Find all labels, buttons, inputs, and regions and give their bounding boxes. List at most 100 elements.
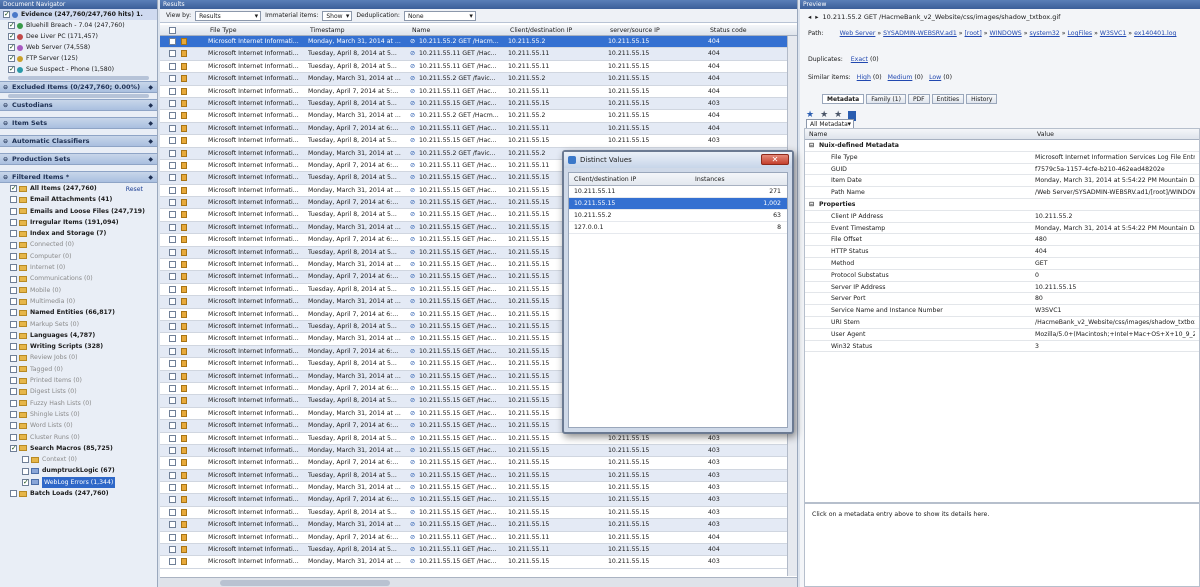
row-checkbox[interactable] xyxy=(169,38,176,45)
filtered-item[interactable]: Mobile (0) xyxy=(0,285,157,296)
section-splitter[interactable] xyxy=(8,94,149,98)
filtered-checkbox[interactable] xyxy=(10,252,17,260)
filtered-checkbox[interactable] xyxy=(10,388,17,396)
row-checkbox[interactable] xyxy=(169,62,176,70)
section-item-sets[interactable]: ⊖ Item Sets ◆ xyxy=(0,117,157,129)
col-md-name[interactable]: Name xyxy=(809,131,827,138)
col-client-ip[interactable]: Client/destination IP xyxy=(510,27,572,34)
path-part[interactable]: SYSADMIN-WEBSRV.ad1 xyxy=(883,30,957,37)
table-row[interactable]: Microsoft Internet Informati... Monday, M… xyxy=(160,482,797,495)
row-checkbox[interactable] xyxy=(169,496,176,504)
filtered-checkbox[interactable] xyxy=(10,320,17,328)
table-row[interactable]: Microsoft Internet Informati... Tuesday, … xyxy=(160,61,797,74)
chevron-down-icon[interactable]: ◆ xyxy=(148,156,153,163)
metadata-group[interactable]: ⊟ Nuix-defined Metadata xyxy=(805,140,1199,152)
metadata-row[interactable]: Protocol Substatus 0 xyxy=(805,270,1199,282)
case-checkbox[interactable] xyxy=(8,20,15,31)
row-checkbox[interactable] xyxy=(169,236,176,244)
dialog-titlebar[interactable]: Distinct Values ✕ xyxy=(564,152,792,168)
filtered-checkbox[interactable] xyxy=(10,309,17,317)
tab-metadata[interactable]: Metadata xyxy=(822,94,865,104)
filtered-item[interactable]: Context (0) xyxy=(0,454,157,465)
row-checkbox[interactable] xyxy=(169,397,176,405)
filtered-item[interactable]: WebLog Errors (1,344) xyxy=(0,476,157,489)
filtered-checkbox[interactable] xyxy=(10,343,17,351)
row-checkbox[interactable] xyxy=(169,50,176,58)
results-hscroll[interactable] xyxy=(160,577,797,587)
row-checkbox[interactable] xyxy=(169,211,176,219)
path-part[interactable]: LogFiles xyxy=(1067,30,1092,37)
path-part[interactable]: W3SVC1 xyxy=(1100,30,1126,37)
filtered-checkbox[interactable] xyxy=(10,377,17,385)
case-row[interactable]: Sue Suspect - Phone (1,580) xyxy=(0,64,157,75)
filtered-checkbox[interactable] xyxy=(10,298,17,306)
row-checkbox[interactable] xyxy=(169,347,176,355)
select-all-checkbox[interactable] xyxy=(169,27,176,34)
table-row[interactable]: Microsoft Internet Informati... Monday, M… xyxy=(160,444,797,458)
filtered-checkbox[interactable] xyxy=(22,477,29,488)
distinct-value-row[interactable]: 127.0.0.1 8 xyxy=(569,222,787,234)
filtered-checkbox[interactable] xyxy=(10,241,17,249)
table-row[interactable]: Microsoft Internet Informati... Monday, M… xyxy=(160,36,797,49)
filtered-checkbox[interactable] xyxy=(10,264,17,272)
row-checkbox[interactable] xyxy=(169,99,176,107)
back-icon[interactable]: ◂ xyxy=(808,13,811,21)
row-checkbox[interactable] xyxy=(169,384,176,392)
row-checkbox[interactable] xyxy=(169,508,176,516)
filtered-item[interactable]: Email Attachments (41) xyxy=(0,194,157,205)
row-checkbox[interactable] xyxy=(169,484,176,492)
row-checkbox[interactable] xyxy=(169,124,176,132)
filtered-item[interactable]: Review Jobs (0) xyxy=(0,352,157,363)
filtered-checkbox[interactable] xyxy=(10,490,17,498)
row-checkbox[interactable] xyxy=(169,422,176,430)
immaterial-dropdown[interactable]: Show xyxy=(322,10,353,21)
chevron-down-icon[interactable]: ◆ xyxy=(148,138,153,145)
table-row[interactable]: Microsoft Internet Informati... Monday, A… xyxy=(160,86,797,98)
case-checkbox[interactable] xyxy=(8,64,15,75)
filtered-checkbox[interactable] xyxy=(10,207,17,215)
row-checkbox[interactable] xyxy=(169,199,176,207)
collapse-icon[interactable]: ⊖ xyxy=(3,156,8,163)
filtered-item[interactable]: Communications (0) xyxy=(0,273,157,284)
col-instances[interactable]: Instances xyxy=(695,176,725,183)
col-name[interactable]: Name xyxy=(412,27,430,34)
filtered-checkbox[interactable] xyxy=(10,196,17,204)
case-row[interactable]: Bluehill Breach - 7.04 (247,760) xyxy=(0,20,157,31)
case-checkbox[interactable] xyxy=(3,9,10,20)
col-md-value[interactable]: Value xyxy=(1037,131,1054,138)
row-checkbox[interactable] xyxy=(169,533,176,541)
filtered-item[interactable]: Internet (0) xyxy=(0,262,157,273)
filtered-checkbox[interactable] xyxy=(10,230,17,238)
filtered-item[interactable]: dumptruckLogic (67) xyxy=(0,465,157,476)
metadata-row[interactable]: Service Name and Instance Number W3SVC1 xyxy=(805,305,1199,317)
metadata-row[interactable]: Method GET xyxy=(805,258,1199,270)
row-checkbox[interactable] xyxy=(169,409,176,417)
row-checkbox[interactable] xyxy=(169,112,176,120)
col-client-ip[interactable]: Client/destination IP xyxy=(574,176,636,183)
tab-family[interactable]: Family (1) xyxy=(866,94,906,104)
row-checkbox[interactable] xyxy=(169,372,176,380)
metadata-row[interactable]: HTTP Status 404 xyxy=(805,246,1199,258)
col-file-type[interactable]: File Type xyxy=(210,27,237,34)
table-row[interactable]: Microsoft Internet Informati... Tuesday, … xyxy=(160,507,797,520)
case-row[interactable]: Web Server (74,558) xyxy=(0,42,157,53)
metadata-row[interactable]: URI Stem/HacmeBank_v2_Website/css/images… xyxy=(805,317,1199,329)
chevron-down-icon[interactable]: ◆ xyxy=(148,84,153,91)
filtered-checkbox[interactable] xyxy=(10,422,17,430)
row-checkbox[interactable] xyxy=(169,558,176,566)
distinct-value-row[interactable]: 10.211.55.2 63 xyxy=(569,210,787,222)
row-checkbox[interactable] xyxy=(169,75,176,83)
filtered-item[interactable]: Irregular Items (191,094) xyxy=(0,217,157,228)
row-checkbox[interactable] xyxy=(169,298,176,306)
filtered-item[interactable]: Shingle Lists (0) xyxy=(0,409,157,420)
dedup-dropdown[interactable]: None xyxy=(403,10,476,21)
row-checkbox[interactable] xyxy=(169,137,176,145)
table-row[interactable]: Microsoft Internet Informati... Tuesday, … xyxy=(160,97,797,111)
filtered-item[interactable]: Connected (0) xyxy=(0,239,157,250)
navigator-splitter[interactable] xyxy=(8,76,149,80)
row-checkbox[interactable] xyxy=(169,285,176,293)
metadata-row[interactable]: File Type Microsoft Internet Information … xyxy=(805,152,1199,164)
filtered-item[interactable]: Digest Lists (0) xyxy=(0,386,157,397)
section-production[interactable]: ⊖ Production Sets ◆ xyxy=(0,153,157,165)
filtered-checkbox[interactable] xyxy=(10,286,17,294)
